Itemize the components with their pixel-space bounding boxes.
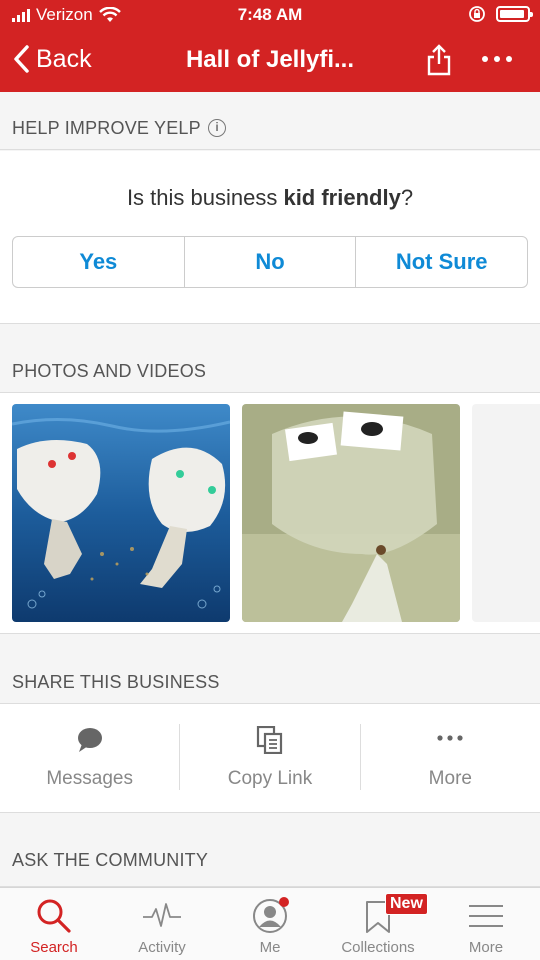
nav-bar: Back Hall of Jellyfi... [0, 30, 540, 92]
share-messages-button[interactable]: Messages [0, 724, 179, 790]
user-icon [253, 897, 289, 933]
tab-activity[interactable]: Activity [108, 888, 216, 960]
info-icon[interactable]: i [208, 119, 226, 137]
tab-search[interactable]: Search [0, 888, 108, 960]
search-icon [37, 899, 71, 933]
tab-more[interactable]: More [432, 888, 540, 960]
kid-friendly-card: Is this business kid friendly? Yes No No… [0, 151, 540, 324]
status-right [468, 5, 533, 23]
photo-jellyfish-bag-eyes[interactable] [242, 404, 460, 622]
tab-me[interactable]: Me [216, 888, 324, 960]
share-card: Messages Copy Link More [0, 704, 540, 813]
tab-bar: Search Activity Me Collections More [0, 887, 540, 960]
status-bar: Verizon 7:48 AM [0, 0, 540, 30]
answer-yes-button[interactable]: Yes [13, 237, 184, 287]
new-badge: New [385, 893, 428, 915]
copy-link-button[interactable]: Copy Link [179, 724, 359, 790]
answer-group: Yes No Not Sure [12, 236, 528, 288]
photo-jellyfish-bags-underwater[interactable] [12, 404, 230, 622]
copy-link-label: Copy Link [227, 768, 313, 789]
share-more-button[interactable]: More [359, 724, 540, 790]
share-more-label: More [428, 768, 472, 789]
tab-me-label: Me [259, 939, 281, 956]
help-improve-title: HELP IMPROVE YELP [12, 118, 201, 138]
tab-activity-label: Activity [138, 939, 186, 956]
copy-link-icon [256, 726, 283, 754]
community-title: ASK THE COMMUNITY [12, 850, 209, 870]
menu-icon [469, 905, 503, 927]
share-options: Messages Copy Link More [0, 724, 540, 790]
activity-icon [143, 903, 181, 927]
share-title: SHARE THIS BUSINESS [12, 672, 220, 692]
kid-friendly-question: Is this business kid friendly? [126, 185, 414, 210]
answer-no-button[interactable]: No [183, 237, 356, 287]
help-improve-header: HELP IMPROVE YELP i [0, 92, 540, 150]
share-header: SHARE THIS BUSINESS [0, 646, 540, 704]
photo-partial[interactable] [472, 404, 540, 622]
share-icon[interactable] [426, 44, 452, 76]
rotation-lock-icon [469, 6, 485, 22]
tab-collections-label: Collections [341, 939, 415, 956]
answer-not-sure-button[interactable]: Not Sure [355, 237, 527, 287]
photos-header: PHOTOS AND VIDEOS [0, 335, 540, 393]
community-header: ASK THE COMMUNITY [0, 824, 540, 887]
share-messages-label: Messages [46, 768, 133, 789]
speech-bubble-icon [77, 728, 102, 752]
top-bar: Verizon 7:48 AM Back Hall of Jellyfi... [0, 0, 540, 92]
page-title: Hall of Jellyfi... [185, 46, 355, 73]
photos-title: PHOTOS AND VIDEOS [12, 361, 207, 381]
tab-search-label: Search [30, 939, 78, 956]
tab-more-label: More [468, 939, 504, 956]
more-dots-icon [437, 735, 463, 741]
photos-carousel[interactable] [0, 393, 540, 634]
more-options-button[interactable] [482, 52, 516, 66]
battery-icon [496, 6, 533, 22]
clock: 7:48 AM [237, 5, 303, 24]
